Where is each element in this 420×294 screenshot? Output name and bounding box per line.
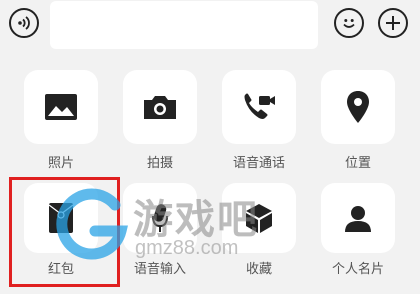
panel-item-label: 红包 [47, 261, 74, 276]
panel-item-label: 照片 [47, 155, 74, 170]
plus-icon [386, 16, 400, 30]
photo-tile[interactable] [24, 70, 98, 144]
panel-item-label: 拍摄 [146, 155, 173, 170]
camera-tile[interactable] [123, 70, 197, 144]
panel-item-label: 收藏 [245, 261, 272, 276]
message-input[interactable] [50, 1, 318, 49]
location-pin-icon [347, 91, 369, 123]
voice-call-tile[interactable] [222, 70, 296, 144]
panel-item-label: 位置 [344, 155, 371, 170]
voice-input-tile[interactable] [123, 183, 197, 253]
location-tile[interactable] [321, 70, 395, 144]
microphone-icon [152, 204, 168, 232]
contact-card-tile[interactable] [321, 183, 395, 253]
favorites-tile[interactable] [222, 183, 296, 253]
chat-input-bar [0, 0, 420, 56]
person-card-icon [345, 206, 371, 232]
more-button[interactable] [378, 8, 408, 38]
photo-icon [45, 94, 77, 120]
red-packet-icon [48, 203, 74, 233]
red-packet-tile[interactable] [24, 183, 98, 253]
phone-video-icon [244, 93, 275, 119]
panel-item-label: 个人名片 [331, 261, 384, 276]
more-functions-panel: 照片 拍摄 语音通话 位置 红包 语音输入 收藏 个人名片 [0, 70, 420, 294]
voice-wave-icon [18, 16, 30, 30]
emoji-button[interactable] [334, 8, 364, 38]
panel-item-label: 语音输入 [133, 261, 186, 276]
voice-button[interactable] [9, 8, 39, 38]
panel-item-label: 语音通话 [232, 155, 285, 170]
smiley-icon [343, 19, 355, 28]
cube-icon [246, 204, 272, 233]
camera-icon [144, 96, 176, 119]
